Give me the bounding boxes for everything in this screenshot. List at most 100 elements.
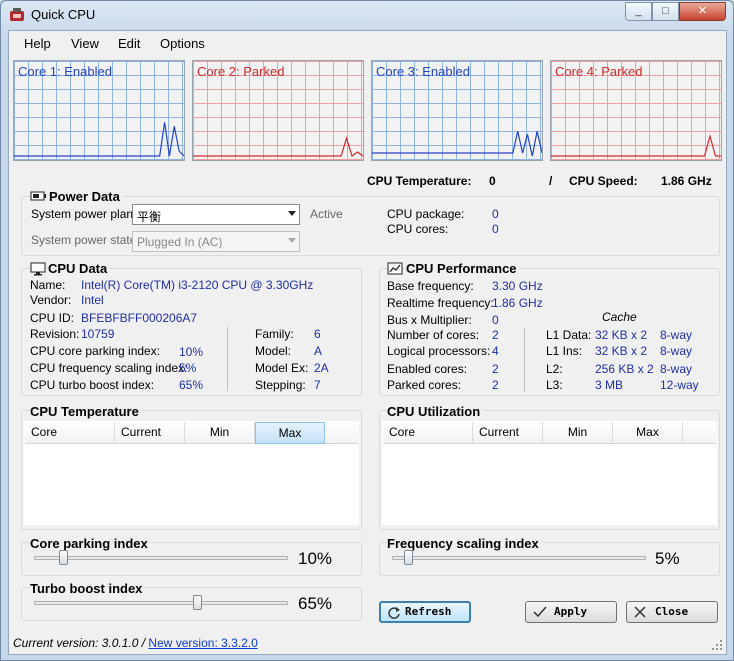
cpu-performance-divider bbox=[524, 328, 525, 392]
turbo-boost-slider-value: 65% bbox=[298, 594, 333, 613]
column-min[interactable]: Min bbox=[543, 422, 613, 444]
column-core[interactable]: Core bbox=[25, 422, 115, 444]
model-ex-value: 2A bbox=[314, 361, 329, 375]
app-icon bbox=[10, 8, 24, 21]
turbo-boost-slider-thumb[interactable] bbox=[193, 595, 203, 610]
model-label: Model: bbox=[255, 344, 292, 358]
core-1-graph: Core 1: Enabled bbox=[13, 60, 185, 161]
column-current[interactable]: Current bbox=[473, 422, 543, 444]
cpu-data-title: CPU Data bbox=[48, 261, 111, 276]
main-window: Quick CPU _ □ ✕ Help View Edit Options C… bbox=[0, 0, 734, 661]
l3-label: L3: bbox=[546, 378, 563, 392]
stepping-value: 7 bbox=[314, 378, 321, 392]
menu-edit[interactable]: Edit bbox=[118, 36, 140, 51]
core-2-label: Core 2: Parked bbox=[197, 64, 285, 79]
power-data-title: Power Data bbox=[49, 189, 123, 204]
cpu-temperature-table-title: CPU Temperature bbox=[30, 404, 142, 419]
core-parking-index-value: 10% bbox=[179, 345, 204, 359]
core-3-label: Core 3: Enabled bbox=[376, 64, 470, 79]
core-1-usage-line bbox=[14, 122, 184, 157]
cpu-id-label: CPU ID: bbox=[30, 311, 75, 325]
menu-view[interactable]: View bbox=[71, 36, 99, 51]
title-bar[interactable]: Quick CPU _ □ ✕ bbox=[1, 1, 733, 29]
menu-help[interactable]: Help bbox=[24, 36, 51, 51]
cpu-temperature-label: CPU Temperature: bbox=[367, 174, 472, 188]
frequency-scaling-slider-value: 5% bbox=[655, 549, 680, 568]
column-max[interactable]: Max bbox=[613, 422, 683, 444]
new-version-link[interactable]: New version: 3.3.2.0 bbox=[148, 636, 257, 650]
core-parking-index-label: CPU core parking index: bbox=[30, 344, 161, 358]
revision-value: 10759 bbox=[81, 327, 115, 341]
turbo-boost-index-value: 65% bbox=[179, 378, 204, 392]
maximize-icon: □ bbox=[662, 5, 669, 17]
core-4-graph: Core 4: Parked bbox=[550, 60, 722, 161]
cpu-cores-label: CPU cores: bbox=[387, 222, 449, 236]
turbo-boost-slider-title: Turbo boost index bbox=[30, 581, 146, 596]
close-window-button[interactable]: ✕ bbox=[679, 2, 726, 21]
close-label: Close bbox=[655, 605, 689, 618]
family-value: 6 bbox=[314, 327, 321, 341]
turbo-boost-slider-track[interactable] bbox=[34, 601, 288, 605]
menu-options[interactable]: Options bbox=[160, 36, 205, 51]
realtime-frequency-label: Realtime frequency: bbox=[387, 296, 494, 310]
l1-ins-size: 32 KB x 2 bbox=[595, 344, 648, 358]
resize-grip-icon[interactable] bbox=[712, 640, 723, 651]
power-plan-value: 平衡 bbox=[137, 210, 162, 224]
close-icon bbox=[634, 606, 646, 618]
logical-processors-value: 4 bbox=[492, 344, 499, 358]
power-plan-status: Active bbox=[310, 207, 343, 221]
refresh-label: Refresh bbox=[405, 605, 452, 618]
apply-label: Apply bbox=[554, 605, 588, 618]
menu-bar: Help View Edit Options bbox=[9, 31, 726, 56]
l1-data-way: 8-way bbox=[660, 328, 693, 342]
temperature-list[interactable]: Core Current Min Max bbox=[24, 421, 359, 525]
cpu-vendor-value: Intel bbox=[81, 293, 104, 307]
family-label: Family: bbox=[255, 327, 294, 341]
cpu-package-value: 0 bbox=[492, 207, 499, 221]
summary-separator: / bbox=[549, 174, 553, 188]
frequency-scaling-index-value: 5% bbox=[179, 361, 197, 375]
cpu-speed-value: 1.86 GHz bbox=[661, 174, 712, 188]
cpu-vendor-label: Vendor: bbox=[30, 293, 72, 307]
column-core[interactable]: Core bbox=[383, 422, 473, 444]
apply-button[interactable]: Apply bbox=[525, 601, 617, 623]
bus-multiplier-label: Bus x Multiplier: bbox=[387, 313, 472, 327]
l2-label: L2: bbox=[546, 362, 563, 376]
utilization-list[interactable]: Core Current Min Max bbox=[382, 421, 717, 525]
power-plan-select[interactable]: 平衡 bbox=[132, 204, 300, 225]
core-2-graph: Core 2: Parked bbox=[192, 60, 364, 161]
l3-way: 12-way bbox=[660, 378, 699, 392]
parked-cores-label: Parked cores: bbox=[387, 378, 462, 392]
l2-way: 8-way bbox=[660, 362, 693, 376]
minimize-button[interactable]: _ bbox=[625, 2, 652, 21]
frequency-scaling-slider-thumb[interactable] bbox=[404, 550, 414, 565]
parked-cores-value: 2 bbox=[492, 378, 499, 392]
core-2-usage-line bbox=[193, 136, 363, 157]
close-button[interactable]: Close bbox=[626, 601, 718, 623]
l3-size: 3 MB bbox=[595, 378, 624, 392]
turbo-boost-index-label: CPU turbo boost index: bbox=[30, 378, 155, 392]
power-state-select: Plugged In (AC) bbox=[132, 231, 300, 252]
core-parking-slider-thumb[interactable] bbox=[58, 550, 68, 565]
frequency-scaling-slider-track[interactable] bbox=[392, 556, 646, 560]
cpu-speed-label: CPU Speed: bbox=[569, 174, 638, 188]
power-state-label: System power state: bbox=[31, 233, 140, 247]
core-parking-slider-track[interactable] bbox=[34, 556, 288, 560]
monitor-icon bbox=[30, 262, 46, 276]
refresh-button[interactable]: Refresh bbox=[379, 601, 471, 623]
column-current[interactable]: Current bbox=[115, 422, 185, 444]
bus-multiplier-value: 0 bbox=[492, 313, 499, 327]
temperature-list-header: Core Current Min Max bbox=[25, 422, 358, 444]
column-min[interactable]: Min bbox=[185, 422, 255, 444]
cpu-package-label: CPU package: bbox=[387, 207, 465, 221]
checkmark-icon bbox=[533, 606, 547, 618]
maximize-button[interactable]: □ bbox=[652, 2, 679, 21]
cpu-cores-value: 0 bbox=[492, 222, 499, 236]
power-state-value: Plugged In (AC) bbox=[137, 235, 223, 249]
column-max[interactable]: Max bbox=[255, 422, 325, 444]
revision-label: Revision: bbox=[30, 327, 80, 341]
core-3-usage-line bbox=[372, 131, 542, 157]
core-4-usage-line bbox=[551, 133, 721, 157]
model-value: A bbox=[314, 344, 323, 358]
refresh-icon bbox=[388, 607, 400, 619]
